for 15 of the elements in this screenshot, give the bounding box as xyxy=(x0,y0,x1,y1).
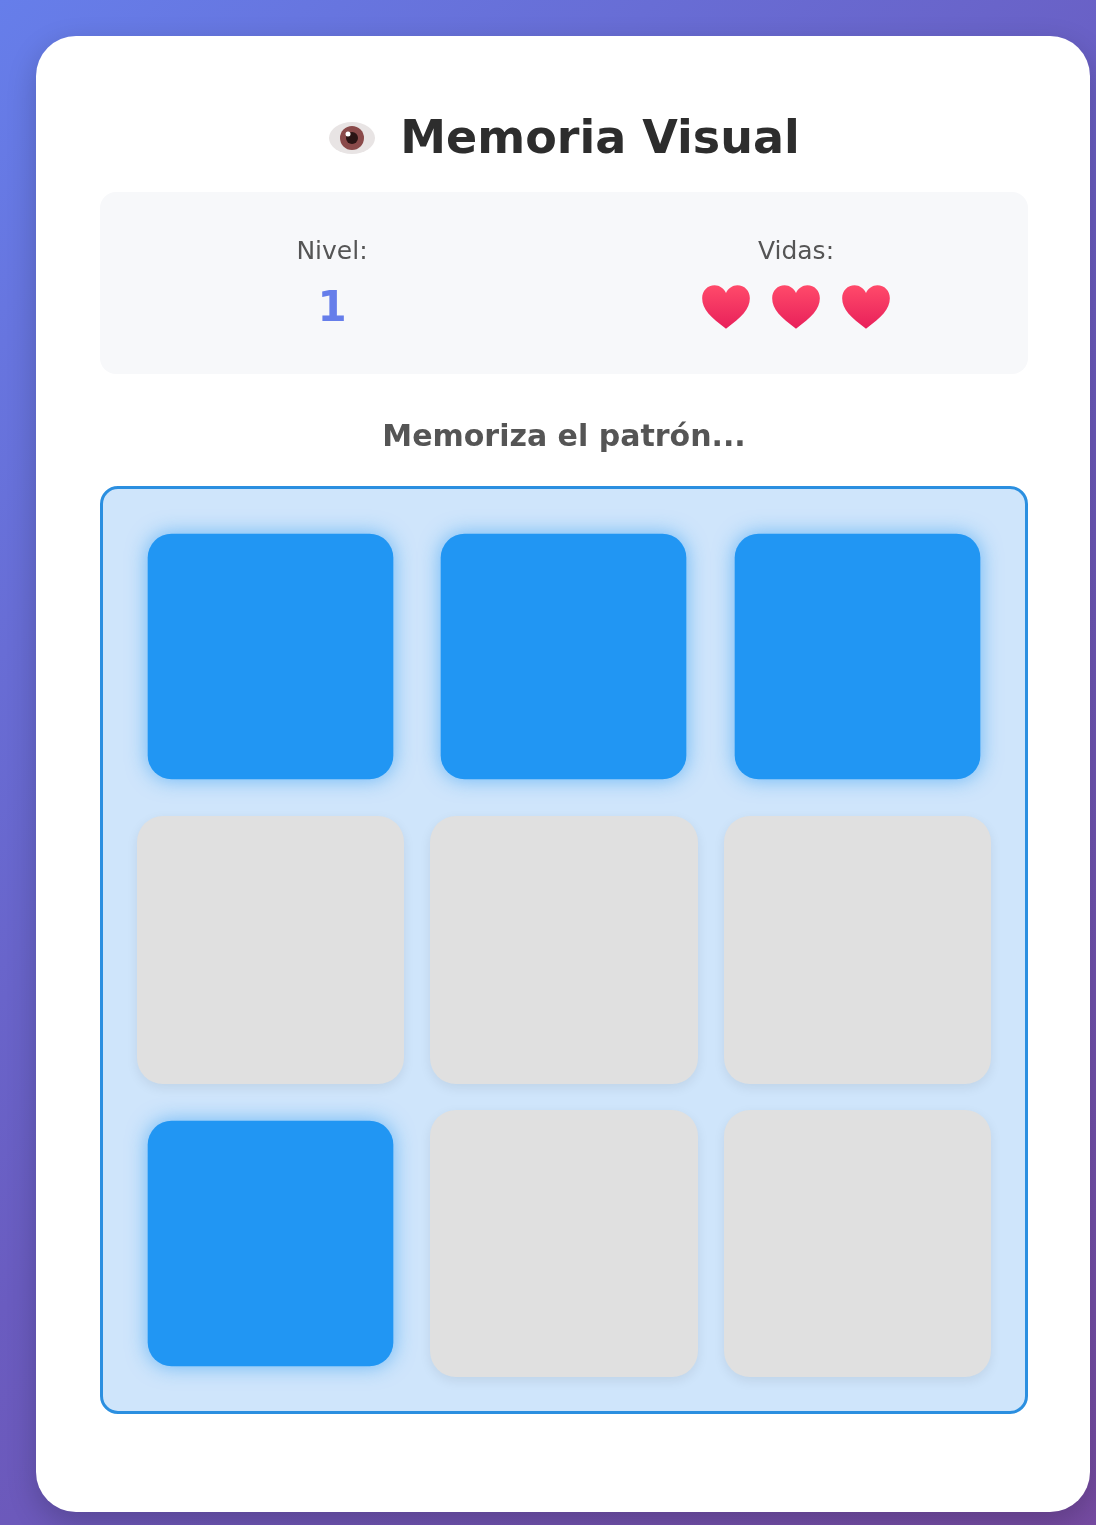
grid-tile[interactable] xyxy=(734,533,981,780)
grid-tile[interactable] xyxy=(430,816,698,1084)
status-message: Memoriza el patrón... xyxy=(381,417,747,455)
stat-label: Nivel: xyxy=(296,235,368,265)
stat-label: Vidas: xyxy=(757,235,835,265)
grid-tile[interactable] xyxy=(147,533,394,780)
grid-tile[interactable] xyxy=(430,1109,698,1377)
grid-tile[interactable] xyxy=(441,533,687,780)
grid-tile[interactable] xyxy=(723,816,991,1084)
game-title: Memoria Visual xyxy=(400,110,800,166)
eye-icon xyxy=(328,120,377,156)
level-value: 1 xyxy=(317,282,347,331)
grid-tile[interactable] xyxy=(147,1120,394,1367)
grid-tile[interactable] xyxy=(723,1109,991,1377)
grid-tile[interactable] xyxy=(137,816,405,1084)
